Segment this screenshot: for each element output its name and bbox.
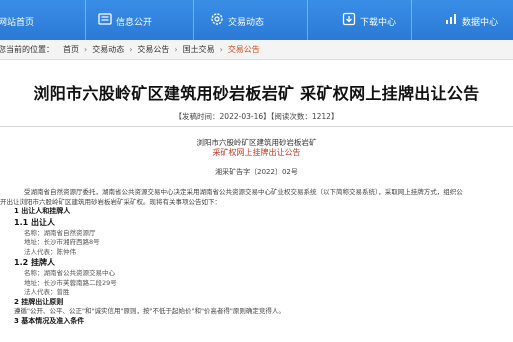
article-meta: 【发稿时间：2022-03-16】【阅读次数：1212】 [174,112,339,121]
breadcrumb-dynamics[interactable]: 交易动态 [92,44,124,55]
breadcrumb-land-trading[interactable]: 国土交易 [183,44,215,55]
nav-item-label: 数据中心 [462,18,499,28]
divider [0,126,513,127]
section-heading: 3 基本情况及准入条件 [14,316,85,325]
paragraph-intro-continued: 开出让浏阳市六股岭矿区建筑用砂岩板岩矿采矿权。现将有关事项公告如下： [0,197,221,206]
grantor-address: 地址：长沙市湘府西路8号 [24,238,100,246]
chart-icon [446,14,456,24]
breadcrumb-separator-icon: › [219,45,223,54]
section-heading: 2 挂牌出让原则 [14,297,64,306]
settings-icon [211,13,223,25]
grantor-name: 名称：湖南省自然资源厅 [24,228,96,237]
breadcrumb-separator-icon: › [129,45,133,54]
article-subtitle-line2: 采矿权网上挂牌出让公告 [212,148,301,157]
breadcrumb-home[interactable]: 首页 [63,44,79,55]
nav-item-label: 下载中心 [360,18,397,28]
nav-item-home[interactable]: 网站首页 [0,0,86,40]
subsection-heading: 1.1 出让人 [14,217,55,227]
nav-item-dynamics[interactable]: 交易动态 [194,0,308,40]
paragraph-intro: 受湖南省自然资源厅委托，湖南省公共资源交易中心决定采用湖南省公共资源交易中心矿业… [24,188,463,196]
nav-item-label: 信息公开 [116,18,153,28]
section-text: 遵循"公开、公平、公正"和"诚实信用"原则，按"不低于起始价"和"价高者得"原则… [14,307,285,315]
nav-item-label: 网站首页 [0,18,35,28]
nav-item-download[interactable]: 下载中心 [308,0,412,40]
lister-address: 地址：长沙市芙蓉南路二段29号 [24,278,117,287]
download-icon [342,12,356,26]
lister-name: 名称：湖南省公共资源交易中心 [24,269,115,277]
breadcrumb-prefix: 您当前的位置： [0,45,54,54]
breadcrumb: 您当前的位置： 首页 › 交易动态 › 交易公告 › 国土交易 › 交易公告 [0,40,513,60]
grantor-representative: 法人代表：陈仲伟 [24,247,76,256]
info-icon [98,13,112,25]
document-number: 湘采矿告字〔2022〕02号 [215,168,298,176]
top-navigation: 网站首页 信息公开 交易动态 下载中心 数据中心 [0,0,513,40]
nav-item-label: 交易动态 [228,18,265,28]
breadcrumb-separator-icon: › [84,45,88,54]
lister-representative: 法人代表：曾胜 [24,288,70,296]
nav-item-info[interactable]: 信息公开 [86,0,194,40]
subsection-heading: 1.2 挂牌人 [14,258,55,267]
nav-item-data[interactable]: 数据中心 [412,0,513,40]
breadcrumb-current[interactable]: 交易公告 [228,44,260,55]
section-heading: 1 出让人和挂牌人 [14,207,71,215]
breadcrumb-announcements[interactable]: 交易公告 [137,44,169,55]
breadcrumb-separator-icon: › [174,45,178,54]
article-title: 浏阳市六股岭矿区建筑用砂岩板岩矿 采矿权网上挂牌出让公告 [33,84,480,103]
article-body: 受湖南省自然资源厅委托，湖南省公共资源交易中心决定采用湖南省公共资源交易中心矿业… [0,188,504,326]
